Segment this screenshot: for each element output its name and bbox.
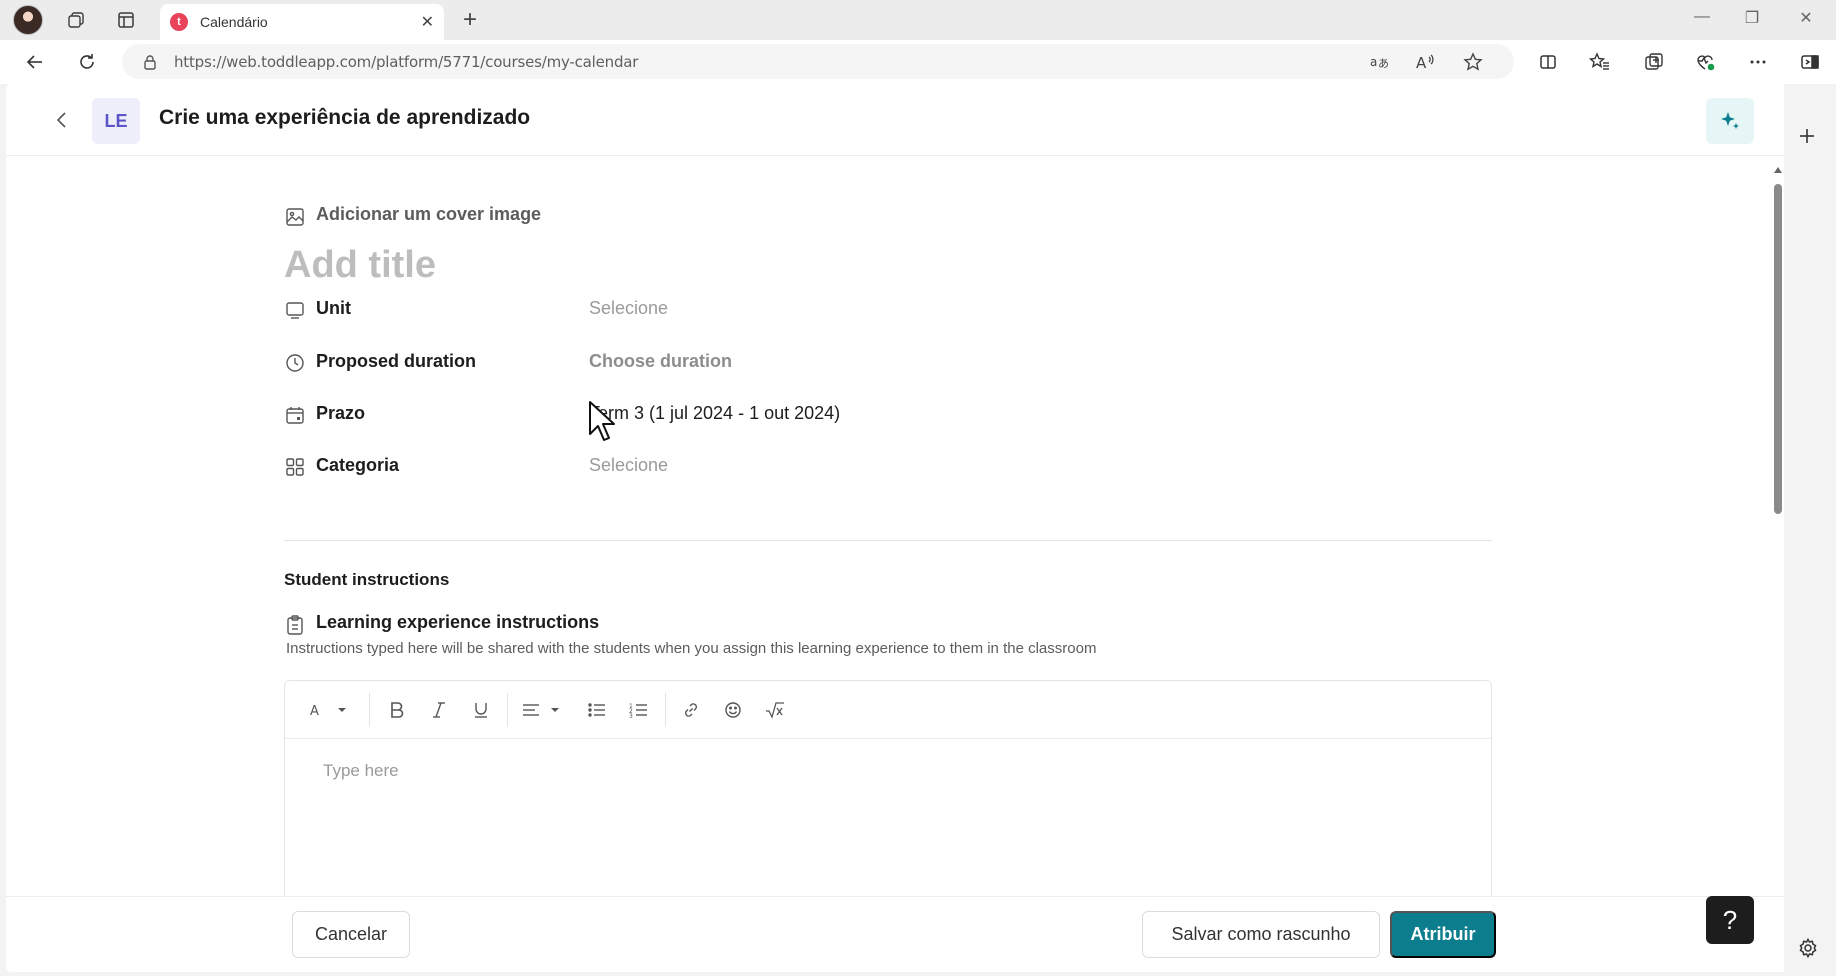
restore-button[interactable]: ❐ <box>1737 8 1767 28</box>
refresh-icon[interactable] <box>72 48 102 76</box>
choose-duration-select[interactable]: Choose duration <box>589 351 732 372</box>
tab-actions-icon[interactable] <box>112 6 140 34</box>
italic-icon[interactable] <box>423 697 455 723</box>
favorite-star-icon[interactable] <box>1460 50 1486 74</box>
toolbar-separator <box>369 693 370 727</box>
instructions-description: Instructions typed here will be shared w… <box>286 640 1097 657</box>
side-panel-settings-icon[interactable] <box>1798 938 1818 964</box>
workspaces-icon[interactable] <box>62 6 90 34</box>
page-header: LE Crie uma experiência de aprendizado <box>6 84 1784 156</box>
read-aloud-icon[interactable]: A <box>1412 50 1438 74</box>
browser-tab-calendario[interactable]: t Calendário ✕ <box>160 4 444 40</box>
lock-icon[interactable] <box>142 54 158 70</box>
editor-toolbar: A 123 <box>285 681 1491 739</box>
profile-avatar[interactable] <box>13 5 43 35</box>
category-label: Categoria <box>316 455 400 475</box>
close-window-button[interactable]: ✕ <box>1791 8 1821 28</box>
svg-text:3: 3 <box>629 713 633 719</box>
add-side-app-icon[interactable] <box>1798 124 1816 152</box>
favorites-icon[interactable] <box>1586 48 1614 76</box>
collections-icon[interactable] <box>1640 48 1668 76</box>
scrollbar-thumb[interactable] <box>1774 184 1782 514</box>
instructions-title: Learning experience instructions <box>316 612 600 632</box>
minimize-button[interactable]: — <box>1687 8 1717 26</box>
section-divider <box>284 540 1492 541</box>
ai-assistant-button[interactable] <box>1706 98 1754 144</box>
cancel-button[interactable]: Cancelar <box>292 911 410 958</box>
proposed-duration-label: Proposed duration <box>316 351 477 371</box>
scroll-up-icon <box>1774 167 1782 173</box>
new-tab-button[interactable]: + <box>456 6 484 34</box>
assign-button[interactable]: Atribuir <box>1390 911 1496 958</box>
split-screen-icon[interactable] <box>1534 48 1562 76</box>
equation-icon[interactable] <box>759 697 791 723</box>
link-icon[interactable] <box>675 697 707 723</box>
clock-icon <box>284 352 306 374</box>
address-bar[interactable]: https://web.toddleapp.com/platform/5771/… <box>122 44 1514 79</box>
unit-label: Unit <box>316 298 351 318</box>
svg-text:A: A <box>1416 54 1427 71</box>
emoji-icon[interactable] <box>717 697 749 723</box>
web-page: LE Crie uma experiência de aprendizado A… <box>6 84 1784 972</box>
help-button[interactable]: ? <box>1706 896 1754 944</box>
sparkle-icon <box>1721 112 1739 129</box>
grid-icon <box>284 456 306 478</box>
save-draft-button[interactable]: Salvar como rascunho <box>1142 911 1380 958</box>
clipboard-icon <box>284 614 306 636</box>
browser-side-panel <box>1784 84 1836 976</box>
translate-icon[interactable]: aあ <box>1366 50 1392 74</box>
back-chevron-icon[interactable] <box>50 108 74 132</box>
sidebar-toggle-icon[interactable] <box>1796 48 1824 76</box>
browser-tab-bar: t Calendário ✕ + — ❐ ✕ <box>0 0 1836 40</box>
mouse-cursor-icon <box>589 401 615 441</box>
underline-icon[interactable] <box>465 697 497 723</box>
svg-text:a: a <box>1370 55 1377 69</box>
svg-text:A: A <box>310 704 319 719</box>
tab-close-icon[interactable]: ✕ <box>421 12 434 32</box>
align-dropdown[interactable] <box>517 697 569 723</box>
page-scrollbar[interactable] <box>1772 164 1784 967</box>
monitor-icon <box>284 299 306 321</box>
unit-select[interactable]: Selecione <box>589 298 668 319</box>
font-size-dropdown[interactable]: A <box>305 697 355 723</box>
browser-essentials-icon[interactable] <box>1692 48 1720 76</box>
calendar-icon <box>284 404 306 426</box>
tab-title: Calendário <box>200 14 268 30</box>
page-title: Crie uma experiência de aprendizado <box>159 106 531 129</box>
toolbar-separator <box>507 693 508 727</box>
toddle-favicon-icon: t <box>170 13 188 31</box>
bold-icon[interactable] <box>381 697 413 723</box>
back-arrow-icon[interactable] <box>20 48 50 76</box>
svg-text:あ: あ <box>1378 57 1389 70</box>
title-input[interactable]: Add title <box>284 244 436 287</box>
numbered-list-icon[interactable]: 123 <box>623 697 655 723</box>
rich-text-editor[interactable]: A 123 Type here <box>284 680 1492 920</box>
student-instructions-heading: Student instructions <box>284 570 450 589</box>
term-select[interactable]: Term 3 (1 jul 2024 - 1 out 2024) <box>589 403 840 424</box>
add-cover-image-link[interactable]: Adicionar um cover image <box>316 204 541 225</box>
editor-placeholder[interactable]: Type here <box>323 761 399 781</box>
form-area: Adicionar um cover image Add title Unit … <box>6 156 1766 920</box>
url-text[interactable]: https://web.toddleapp.com/platform/5771/… <box>174 53 638 71</box>
toolbar-separator <box>665 693 666 727</box>
bullet-list-icon[interactable] <box>581 697 613 723</box>
deadline-label: Prazo <box>316 403 366 423</box>
learning-experience-badge: LE <box>92 98 140 144</box>
more-options-icon[interactable] <box>1744 48 1772 76</box>
action-footer: Cancelar Salvar como rascunho Atribuir <box>6 896 1784 972</box>
browser-toolbar: https://web.toddleapp.com/platform/5771/… <box>0 40 1836 84</box>
category-select[interactable]: Selecione <box>589 455 668 476</box>
image-icon[interactable] <box>284 206 306 228</box>
